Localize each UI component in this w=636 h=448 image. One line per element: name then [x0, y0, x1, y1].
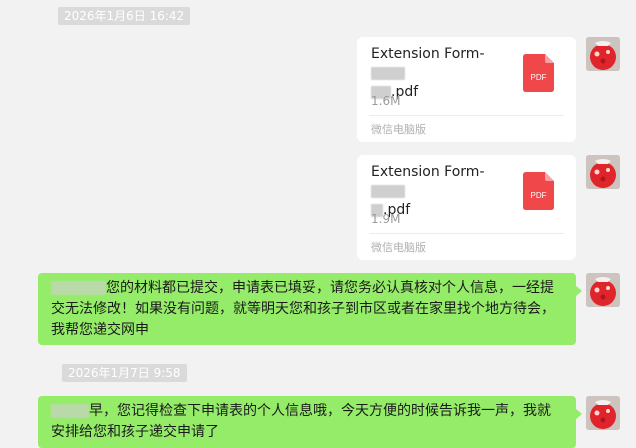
message-text: 您的材料都已提交，申请表已填妥，请您务必认真核对个人信息，一经提交无法修改！如果…: [51, 280, 555, 338]
timestamp: 2026年1月6日 16:42: [58, 7, 191, 25]
file-source: 微信电脑版: [371, 123, 426, 136]
redacted-text: [51, 281, 106, 295]
user-avatar[interactable]: [586, 396, 620, 430]
user-avatar[interactable]: [586, 37, 620, 71]
redacted-text: [371, 184, 405, 198]
svg-text:PDF: PDF: [531, 73, 547, 82]
user-avatar[interactable]: [586, 155, 620, 189]
pdf-file-icon: PDF: [523, 172, 554, 214]
redacted-text: [51, 404, 89, 418]
svg-text:PDF: PDF: [531, 191, 547, 200]
divider: [369, 115, 564, 116]
timestamp: 2026年1月7日 9:58: [62, 364, 187, 382]
user-avatar[interactable]: [586, 273, 620, 307]
message-text: 早，您记得检查下申请表的个人信息哦，今天方便的时候告诉我一声，我就安排给您和孩子…: [51, 403, 551, 440]
file-size: 1.9M: [371, 212, 401, 226]
file-message-card[interactable]: Extension Form- .pdf PDF 1.9M 微信电脑版: [357, 155, 576, 260]
file-size: 1.6M: [371, 94, 401, 108]
redacted-text: [371, 66, 405, 80]
divider: [369, 233, 564, 234]
chat-message-bubble[interactable]: 您的材料都已提交，申请表已填妥，请您务必认真核对个人信息，一经提交无法修改！如果…: [38, 273, 582, 345]
chat-message-bubble[interactable]: 早，您记得检查下申请表的个人信息哦，今天方便的时候告诉我一声，我就安排给您和孩子…: [38, 396, 582, 448]
file-source: 微信电脑版: [371, 241, 426, 254]
file-message-card[interactable]: Extension Form- .pdf PDF 1.6M 微信电脑版: [357, 37, 576, 142]
pdf-file-icon: PDF: [523, 54, 554, 96]
